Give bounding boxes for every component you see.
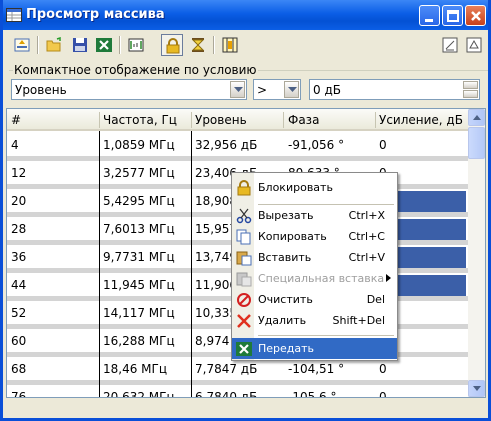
chevron-down-icon[interactable] [284,81,299,98]
table-cell[interactable]: 1,0859 МГц [103,138,175,152]
column-header[interactable]: Фаза [288,113,319,127]
menu-separator [258,335,394,336]
table-cell[interactable]: 14,117 МГц [103,306,175,320]
menu-item-clear[interactable]: Очистить Del [232,289,397,310]
table-cell[interactable]: 7,7847 дБ [195,362,257,376]
table-cell[interactable]: 3,2577 МГц [103,166,175,180]
table-cell[interactable]: 68 [11,362,26,376]
properties-icon[interactable] [439,34,461,56]
grid-header: # Частота, Гц Уровень Фаза Усиление, дБ [7,109,469,131]
title-bar[interactable]: Просмотр массива [3,0,488,30]
menu-item-lock[interactable]: Блокировать [232,177,397,198]
context-menu: Блокировать Вырезать Ctrl+X Копировать C… [231,172,398,361]
scroll-up-button[interactable] [468,109,485,126]
spin-down-button[interactable] [463,90,478,98]
lock-icon [236,180,252,196]
table-cell[interactable]: 76 [11,390,26,397]
excel-icon [236,341,252,357]
maximize-button[interactable] [442,5,463,26]
table-cell[interactable]: -104,51 ° [288,362,344,376]
header-divider [375,112,376,128]
window-title: Просмотр массива [26,7,165,22]
scroll-thumb[interactable] [468,127,485,159]
close-button[interactable] [465,5,486,26]
paste-icon [236,250,252,266]
field-select[interactable]: Уровень [11,79,247,100]
excel-icon[interactable] [93,34,115,56]
table-cell[interactable]: 12 [11,166,26,180]
toolbar-separator [119,36,121,54]
vertical-scrollbar[interactable] [468,109,485,397]
threshold-input[interactable]: 0 дБ [309,79,480,100]
menu-item-special-paste[interactable]: Специальная вставка [232,268,397,289]
header-divider [191,112,192,128]
header-divider [283,112,284,128]
menu-item-paste[interactable]: Вставить Ctrl+V [232,247,397,268]
table-cell[interactable]: 36 [11,250,26,264]
open-folder-icon[interactable] [43,34,65,56]
hourglass-icon[interactable] [187,34,209,56]
menu-item-cut[interactable]: Вырезать Ctrl+X [232,205,397,226]
column-divider [191,131,192,397]
minimize-button[interactable] [419,5,440,26]
table-row[interactable]: 68 18,46 МГц 7,7847 дБ -104,51 ° 0 [7,357,469,385]
table-cell[interactable]: 11,945 МГц [103,278,175,292]
table-cell[interactable]: 60 [11,334,26,348]
clear-icon [236,292,252,308]
table-cell[interactable]: 20,632 МГц [103,390,175,397]
status-bar [6,400,486,416]
table-cell[interactable]: 6,7840 дБ [195,390,257,397]
table-row[interactable]: 4 1,0859 МГц 32,956 дБ -91,056 ° 0 [7,133,469,161]
column-header[interactable]: Уровень [195,113,247,127]
menu-item-transfer[interactable]: Передать [232,338,397,359]
chevron-down-icon[interactable] [230,81,245,98]
column-header[interactable]: # [11,113,21,127]
print-icon[interactable] [463,34,485,56]
frame-icon[interactable] [125,34,147,56]
table-cell[interactable]: 16,288 МГц [103,334,175,348]
copy-icon [236,229,252,245]
column-divider [99,131,100,397]
menu-item-copy[interactable]: Копировать Ctrl+C [232,226,397,247]
lock-icon[interactable] [161,34,183,56]
table-cell[interactable]: 28 [11,222,26,236]
table-cell[interactable]: 0 [379,138,387,152]
table-row[interactable]: 76 20,632 МГц 6,7840 дБ -105,6 ° 0 [7,385,469,397]
mark-icon[interactable] [11,34,33,56]
filter-group-label: Компактное отображение по условию [13,63,258,77]
scroll-down-button[interactable] [468,380,485,397]
table-cell[interactable]: 0 [379,362,387,376]
delete-icon [236,313,252,329]
submenu-arrow-icon [386,272,391,285]
table-app-icon [6,8,22,22]
table-cell[interactable]: 9,7731 МГц [103,250,175,264]
save-icon[interactable] [69,34,91,56]
special-paste-icon [236,271,252,287]
spin-up-button[interactable] [463,81,478,89]
table-cell[interactable]: 52 [11,306,26,320]
table-cell[interactable]: 32,956 дБ [195,138,257,152]
columns-icon[interactable] [219,34,241,56]
table-cell[interactable]: 18,46 МГц [103,362,167,376]
table-cell[interactable]: 7,6013 МГц [103,222,175,236]
toolbar [3,30,488,60]
table-cell[interactable]: -105,6 ° [288,390,337,397]
menu-item-delete[interactable]: Удалить Shift+Del [232,310,397,331]
table-cell[interactable]: 4 [11,138,19,152]
scissors-icon [236,208,252,224]
table-cell[interactable]: -91,056 ° [288,138,344,152]
toolbar-separator [213,36,215,54]
operator-select[interactable]: > [253,79,301,100]
column-header[interactable]: Усиление, дБ [379,113,463,127]
column-header[interactable]: Частота, Гц [103,113,177,127]
array-viewer-window: Просмотр массива Компактное отображение … [0,0,491,421]
table-cell[interactable]: 0 [379,390,387,397]
table-cell[interactable]: 44 [11,278,26,292]
header-divider [99,112,100,128]
table-cell[interactable]: 20 [11,194,26,208]
toolbar-separator [37,36,39,54]
table-cell[interactable]: 5,4295 МГц [103,194,175,208]
